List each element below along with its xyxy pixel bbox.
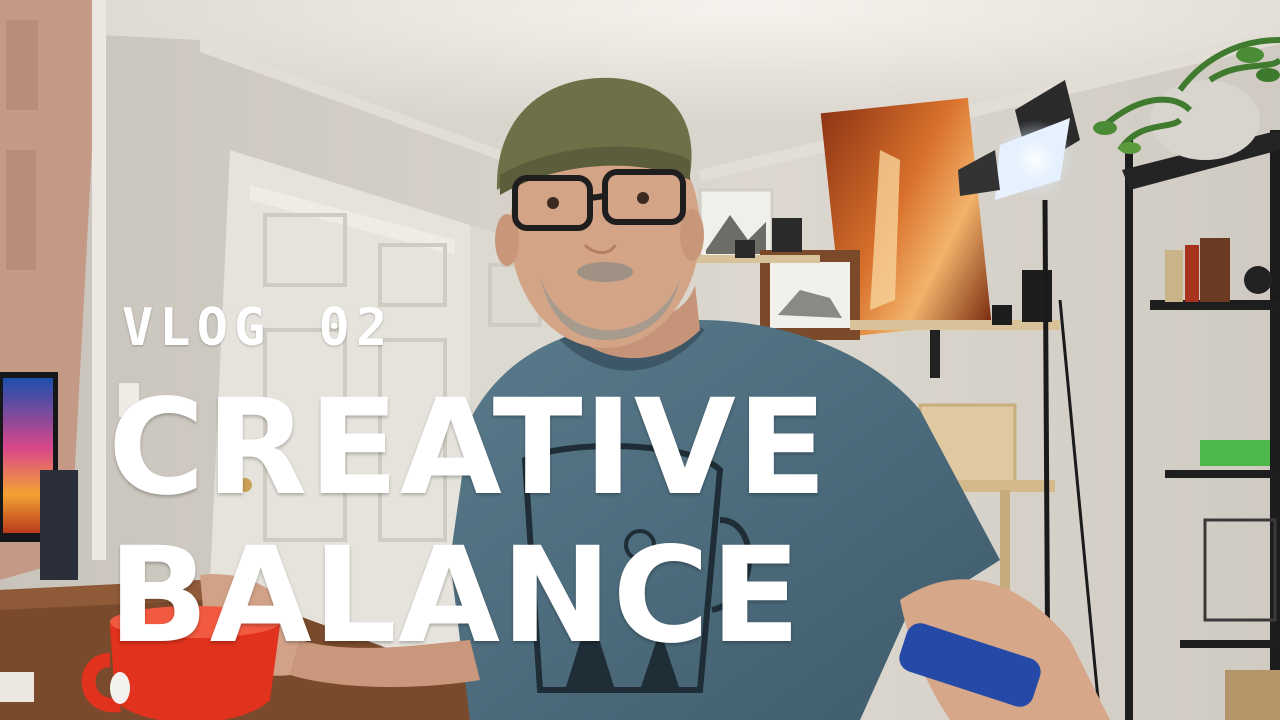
room-scene: [0, 0, 1280, 720]
vlog-thumbnail: VLOG 02 CREATIVE BALANCE: [0, 0, 1280, 720]
